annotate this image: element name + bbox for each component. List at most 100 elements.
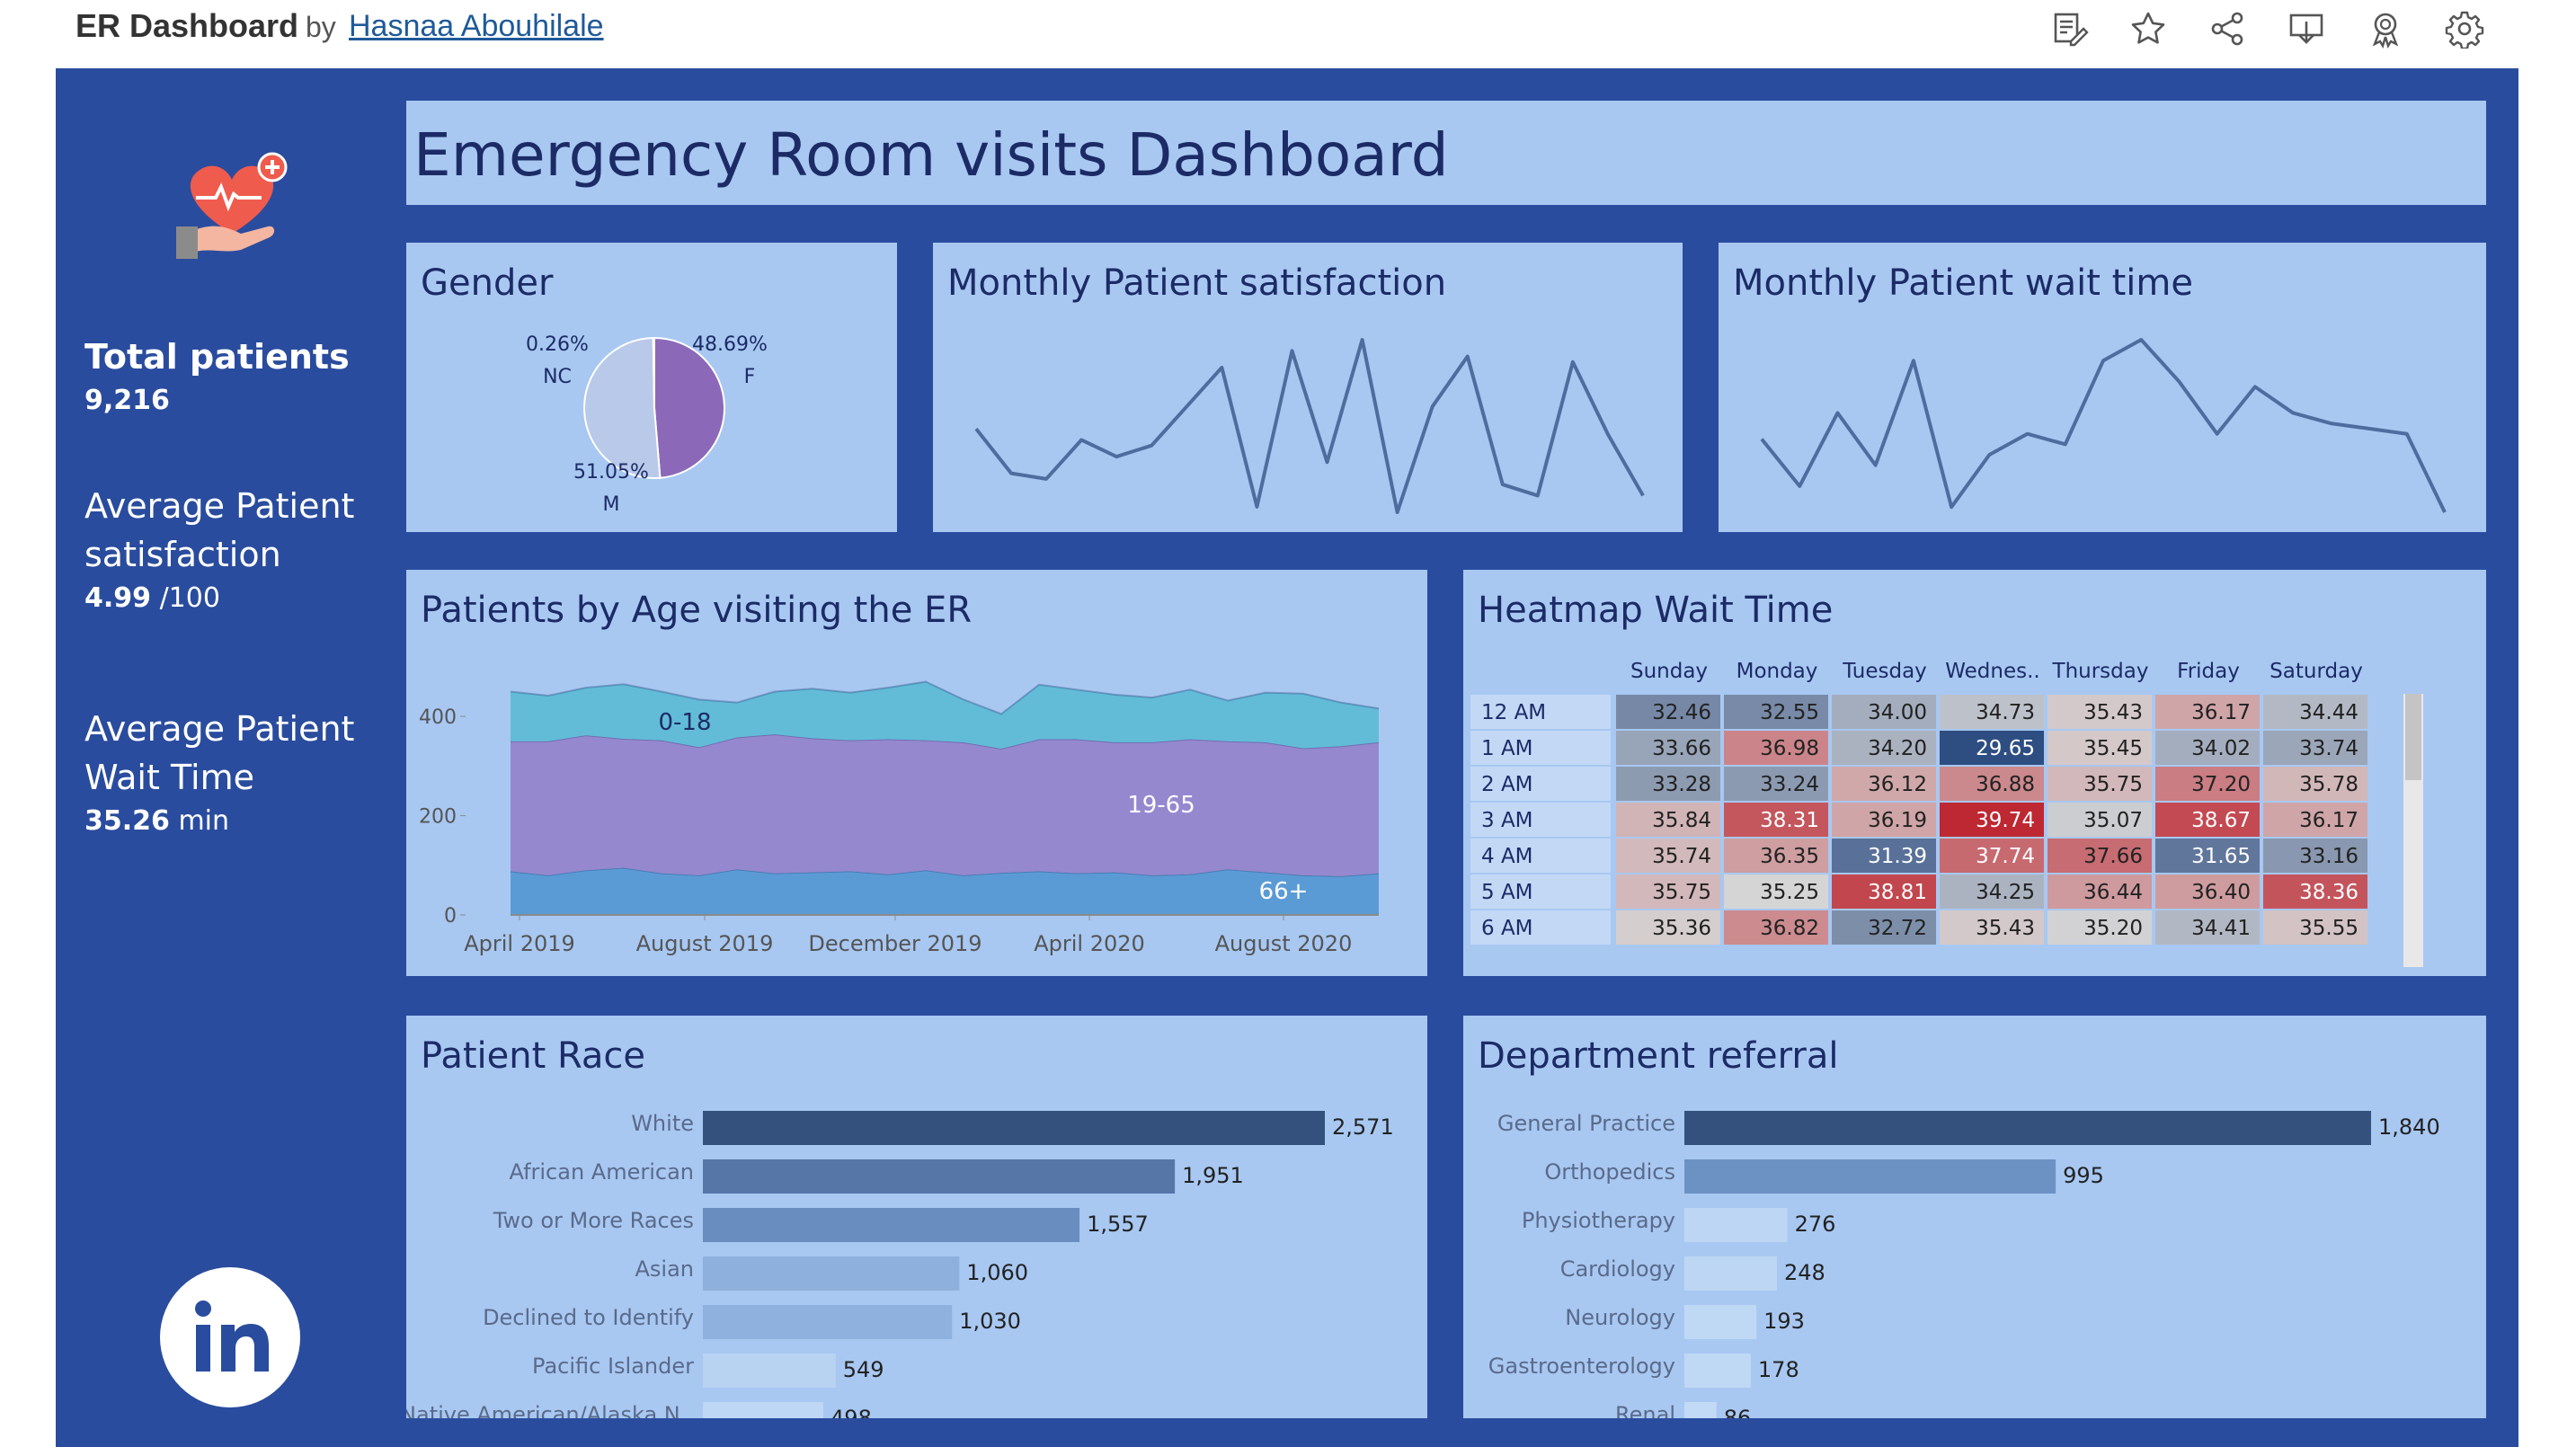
- badge-icon[interactable]: [2366, 9, 2405, 49]
- wait-panel: Monthly Patient wait time: [1719, 243, 2486, 532]
- department-bar: [1684, 1159, 2056, 1194]
- race-value-label: 1,060: [966, 1260, 1028, 1285]
- department-value-label: 1,840: [2378, 1114, 2440, 1140]
- heatmap-cell-value: 35.75: [1652, 881, 1711, 904]
- heatmap-cell-value: 36.12: [1868, 773, 1927, 796]
- pie-category-label-M: M: [603, 493, 620, 516]
- heatmap-row-label: 6 AM: [1481, 917, 1533, 940]
- heatmap-row-label: 12 AM: [1481, 701, 1546, 724]
- heatmap-cell-value: 35.55: [2299, 917, 2358, 940]
- heatmap-cell-value: 35.45: [2083, 737, 2143, 760]
- race-bar: [703, 1159, 1176, 1194]
- race-bar: [703, 1208, 1080, 1242]
- age-area-chart: 400 200 0 66+ 19-65 0-18 April 2019 August 2019…: [419, 680, 1380, 956]
- heatmap-cell-value: 35.36: [1652, 917, 1711, 940]
- department-value-label: 178: [1758, 1357, 1799, 1382]
- heatmap-cell-value: 34.73: [1976, 701, 2035, 724]
- pie-pct-label-F: 48.69%: [692, 333, 768, 356]
- avg-wait-value-row: 35.26 min: [84, 805, 229, 837]
- pie-slice-F: [653, 336, 725, 479]
- heatmap-cell-value: 38.36: [2299, 881, 2358, 904]
- heatmap-scrollbar[interactable]: [2403, 694, 2423, 967]
- heatmap-cell-value: 36.98: [1760, 737, 1819, 760]
- heatmap-cell-value: 35.74: [1652, 845, 1711, 868]
- department-value-label: 248: [1784, 1260, 1825, 1285]
- department-bar: [1684, 1208, 1788, 1242]
- department-category-label: Renal: [1615, 1402, 1675, 1418]
- race-category-label: African American: [510, 1159, 695, 1185]
- by-label: by: [306, 11, 336, 43]
- department-panel: Department referral General Practice 1,84…: [1463, 1016, 2486, 1418]
- race-bar: [703, 1354, 836, 1388]
- heatmap-row-label: 1 AM: [1481, 737, 1533, 760]
- edit-icon[interactable]: [2049, 9, 2089, 49]
- gear-icon[interactable]: [2445, 9, 2484, 50]
- race-category-label: White: [631, 1111, 694, 1136]
- heatmap-cell-value: 29.65: [1976, 737, 2035, 760]
- age-area-0-18: [511, 681, 1379, 750]
- heatmap-row-label: 3 AM: [1481, 809, 1533, 832]
- share-icon[interactable]: [2207, 9, 2247, 49]
- avg-wait-label-1: Average Patient: [84, 709, 355, 749]
- heatmap-cell-value: 31.65: [2191, 845, 2251, 868]
- age-panel: Patients by Age visiting the ER 400 200 0 6…: [406, 570, 1427, 976]
- race-category-label: Two or More Races: [493, 1208, 694, 1233]
- heatmap-cell-value: 37.74: [1976, 845, 2035, 868]
- heatmap-column-header: Saturday: [2270, 660, 2363, 683]
- gender-pie-chart: 48.69% F 51.05% M 0.26% NC: [526, 333, 768, 516]
- total-patients-label: Total patients: [84, 337, 350, 377]
- heatmap-cell-value: 37.66: [2083, 845, 2143, 868]
- race-value-label: 1,951: [1182, 1163, 1244, 1188]
- department-category-label: Gastroenterology: [1488, 1354, 1675, 1379]
- department-category-label: General Practice: [1497, 1111, 1675, 1136]
- heatmap-column-header: Sunday: [1630, 660, 1708, 683]
- heatmap-scrollbar-thumb[interactable]: [2405, 694, 2421, 780]
- heatmap-cell-value: 35.25: [1760, 881, 1819, 904]
- heatmap-column-header: Wednes..: [1945, 660, 2039, 683]
- department-bar-chart: General Practice 1,840 Orthopedics 995 Physi…: [1488, 1111, 2440, 1418]
- heatmap-row-label: 4 AM: [1481, 845, 1533, 868]
- heatmap-cell-value: 34.41: [2191, 917, 2251, 940]
- title-panel: Emergency Room visits Dashboard: [406, 101, 2486, 205]
- workbook-title: ER Dashboard: [76, 7, 299, 44]
- department-category-label: Neurology: [1565, 1305, 1675, 1330]
- race-category-label: Asian: [635, 1256, 694, 1282]
- satisfaction-line-chart: [974, 338, 1645, 514]
- download-icon[interactable]: [2287, 9, 2326, 49]
- pie-pct-label-M: 51.05%: [573, 461, 649, 484]
- heatmap-cell-value: 35.07: [2083, 809, 2143, 832]
- avg-wait-label-2: Wait Time: [84, 758, 254, 797]
- heatmap-cell-value: 31.39: [1868, 845, 1927, 868]
- star-icon[interactable]: [2128, 9, 2168, 49]
- heatmap-column-header: Tuesday: [1842, 660, 1927, 683]
- heatmap-cell-value: 35.20: [2083, 917, 2143, 940]
- race-value-label: 549: [843, 1357, 884, 1382]
- heatmap-cell-value: 33.66: [1652, 737, 1711, 760]
- race-bar: [703, 1111, 1325, 1145]
- pie-category-label-NC: NC: [543, 366, 572, 388]
- avg-satisfaction-value: 4.99: [84, 582, 152, 614]
- heatmap-cell-value: 34.20: [1868, 737, 1927, 760]
- heatmap-column-header: Friday: [2177, 660, 2240, 683]
- avg-satisfaction-label-1: Average Patient: [84, 486, 355, 526]
- department-bar: [1684, 1256, 1777, 1291]
- heatmap-cell-value: 35.43: [2083, 701, 2143, 724]
- heatmap-cell-value: 33.74: [2299, 737, 2358, 760]
- heatmap-cell-value: 38.81: [1868, 881, 1927, 904]
- department-category-label: Physiotherapy: [1522, 1208, 1675, 1233]
- heatmap-cell-value: 38.67: [2191, 809, 2251, 832]
- race-category-label: Native American/Alaska N..: [406, 1402, 694, 1418]
- department-category-label: Cardiology: [1560, 1256, 1675, 1282]
- heatmap-cell-value: 32.55: [1760, 701, 1819, 724]
- department-bar: [1684, 1305, 1757, 1339]
- heatmap-cell-value: 35.75: [2083, 773, 2143, 796]
- dashboard-canvas: Total patients 9,216 Average Patient sat…: [56, 68, 2518, 1447]
- race-value-label: 2,571: [1332, 1114, 1394, 1140]
- race-bar-chart: White 2,571 African American 1,951 Two or Mo…: [406, 1111, 1394, 1418]
- author-link[interactable]: Hasnaa Abouhilale: [349, 9, 604, 44]
- linkedin-icon[interactable]: [160, 1267, 300, 1407]
- page-title: Emergency Room visits Dashboard: [413, 120, 1449, 190]
- satisfaction-series-line: [974, 338, 1645, 514]
- race-panel: Patient Race White 2,571 African American 1…: [406, 1016, 1427, 1418]
- heatmap-cell-value: 34.44: [2299, 701, 2358, 724]
